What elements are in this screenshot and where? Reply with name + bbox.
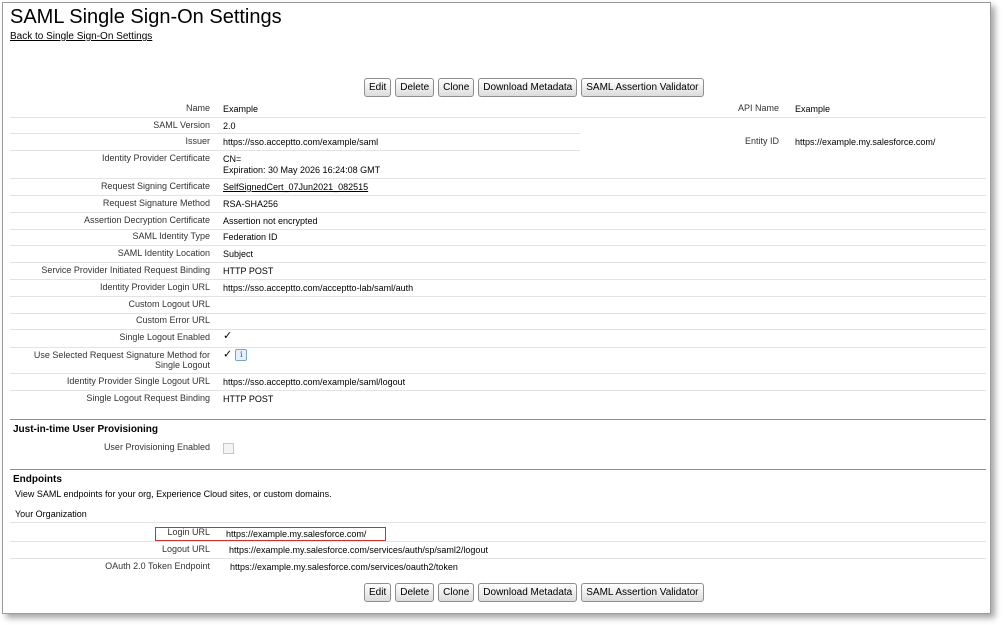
name-row: Name Example API Name Example [10,101,986,118]
assertion-decryption-value: Assertion not encrypted [223,216,318,226]
delete-button[interactable]: Delete [395,583,435,602]
request-signature-method-row: Request Signature Method RSA-SHA256 [10,196,986,213]
issuer-label: Issuer [185,136,210,146]
request-signature-method-label: Request Signature Method [102,198,210,208]
single-logout-enabled-check-icon: ✓ [223,330,233,342]
logout-url-row: Logout URL https://example.my.salesforce… [10,542,986,559]
delete-button[interactable]: Delete [395,78,435,97]
sp-request-binding-row: Service Provider Initiated Request Bindi… [10,263,986,280]
assertion-decryption-label: Assertion Decryption Certificate [83,215,210,225]
name-label: Name [185,103,210,113]
info-icon[interactable]: i [235,349,248,361]
oauth-token-endpoint-row: OAuth 2.0 Token Endpoint https://example… [10,559,986,575]
idp-certificate-row: Identity Provider Certificate CN= Expira… [10,151,986,179]
user-provisioning-label: User Provisioning Enabled [103,442,210,452]
assertion-decryption-row: Assertion Decryption Certificate Asserti… [10,213,986,230]
use-selected-signature-label-line2: Single Logout [154,360,210,370]
user-provisioning-row: User Provisioning Enabled [10,440,986,456]
saml-identity-location-value: Subject [223,249,254,259]
use-selected-signature-value: ✓ i [223,348,248,361]
idp-certificate-expiration: Expiration: 30 May 2026 16:24:08 GMT [223,165,381,175]
request-signing-cert-row: Request Signing Certificate SelfSignedCe… [10,179,986,196]
use-selected-signature-check-icon: ✓ [223,348,233,361]
top-button-bar: Edit Delete Clone Download Metadata SAML… [364,78,704,97]
user-provisioning-checkbox [223,443,234,454]
sp-request-binding-value: HTTP POST [223,266,274,276]
entity-id-label: Entity ID [744,136,779,146]
idp-login-url-value: https://sso.acceptto.com/acceptto-lab/sa… [223,283,414,293]
edit-button[interactable]: Edit [364,583,392,602]
request-signing-cert-link[interactable]: SelfSignedCert_07Jun2021_082515 [223,182,368,193]
saml-version-label: SAML Version [153,120,210,130]
login-url-highlight [155,527,386,541]
logout-url-label: Logout URL [161,544,210,554]
entity-id-value: https://example.my.salesforce.com/ [795,137,936,147]
user-provisioning-value [223,443,234,457]
issuer-value: https://sso.acceptto.com/example/saml [223,137,379,147]
endpoints-heading: Endpoints [10,469,986,485]
saml-assertion-validator-button[interactable]: SAML Assertion Validator [581,78,704,97]
idp-single-logout-url-row: Identity Provider Single Logout URL http… [10,374,986,391]
single-logout-enabled-label: Single Logout Enabled [119,332,210,342]
saml-identity-location-label: SAML Identity Location [117,248,210,258]
custom-logout-url-row: Custom Logout URL [10,297,986,314]
saml-assertion-validator-button[interactable]: SAML Assertion Validator [581,583,704,602]
request-signature-method-value: RSA-SHA256 [223,199,279,209]
endpoints-description: View SAML endpoints for your org, Experi… [15,489,332,499]
issuer-row: Issuer https://sso.acceptto.com/example/… [10,134,580,151]
clone-button[interactable]: Clone [438,78,475,97]
idp-login-url-row: Identity Provider Login URL https://sso.… [10,280,986,297]
idp-certificate-cn: CN= [223,154,242,164]
page-title: SAML Single Sign-On Settings [10,6,282,28]
use-selected-signature-row: Use Selected Request Signature Method fo… [10,348,986,374]
jit-provisioning-heading: Just-in-time User Provisioning [10,419,986,435]
single-logout-binding-value: HTTP POST [223,394,274,404]
saml-identity-location-row: SAML Identity Location Subject [10,246,986,263]
oauth-token-endpoint-label: OAuth 2.0 Token Endpoint [105,561,210,571]
api-name-value: Example [795,104,831,114]
custom-logout-url-label: Custom Logout URL [128,299,210,309]
single-logout-binding-row: Single Logout Request Binding HTTP POST [10,391,986,407]
idp-single-logout-url-label: Identity Provider Single Logout URL [66,376,210,386]
saml-identity-type-label: SAML Identity Type [132,231,210,241]
saml-identity-type-row: SAML Identity Type Federation ID [10,229,986,246]
saml-version-row: SAML Version 2.0 [10,118,580,134]
your-organization-label: Your Organization [15,509,87,519]
back-to-sso-settings-link[interactable]: Back to Single Sign-On Settings [10,31,152,42]
idp-single-logout-url-value: https://sso.acceptto.com/example/saml/lo… [223,377,406,387]
single-logout-binding-label: Single Logout Request Binding [86,393,210,403]
your-organization-row: Your Organization [10,504,986,523]
clone-button[interactable]: Clone [438,583,475,602]
saml-version-value: 2.0 [223,121,236,131]
bottom-button-bar: Edit Delete Clone Download Metadata SAML… [364,583,704,602]
api-name-label: API Name [737,103,779,113]
request-signing-cert-label: Request Signing Certificate [100,181,210,191]
use-selected-signature-label-line1: Use Selected Request Signature Method fo… [33,350,210,360]
idp-certificate-label: Identity Provider Certificate [101,153,210,163]
download-metadata-button[interactable]: Download Metadata [478,583,578,602]
single-logout-enabled-row: Single Logout Enabled ✓ [10,330,986,348]
name-value: Example [223,104,259,114]
custom-error-url-row: Custom Error URL [10,313,986,330]
logout-url-value: https://example.my.salesforce.com/servic… [229,545,488,555]
oauth-token-endpoint-value: https://example.my.salesforce.com/servic… [230,562,458,572]
saml-identity-type-value: Federation ID [223,232,278,242]
idp-login-url-label: Identity Provider Login URL [99,282,210,292]
edit-button[interactable]: Edit [364,78,392,97]
sp-request-binding-label: Service Provider Initiated Request Bindi… [41,265,210,275]
download-metadata-button[interactable]: Download Metadata [478,78,578,97]
custom-error-url-label: Custom Error URL [135,315,210,325]
